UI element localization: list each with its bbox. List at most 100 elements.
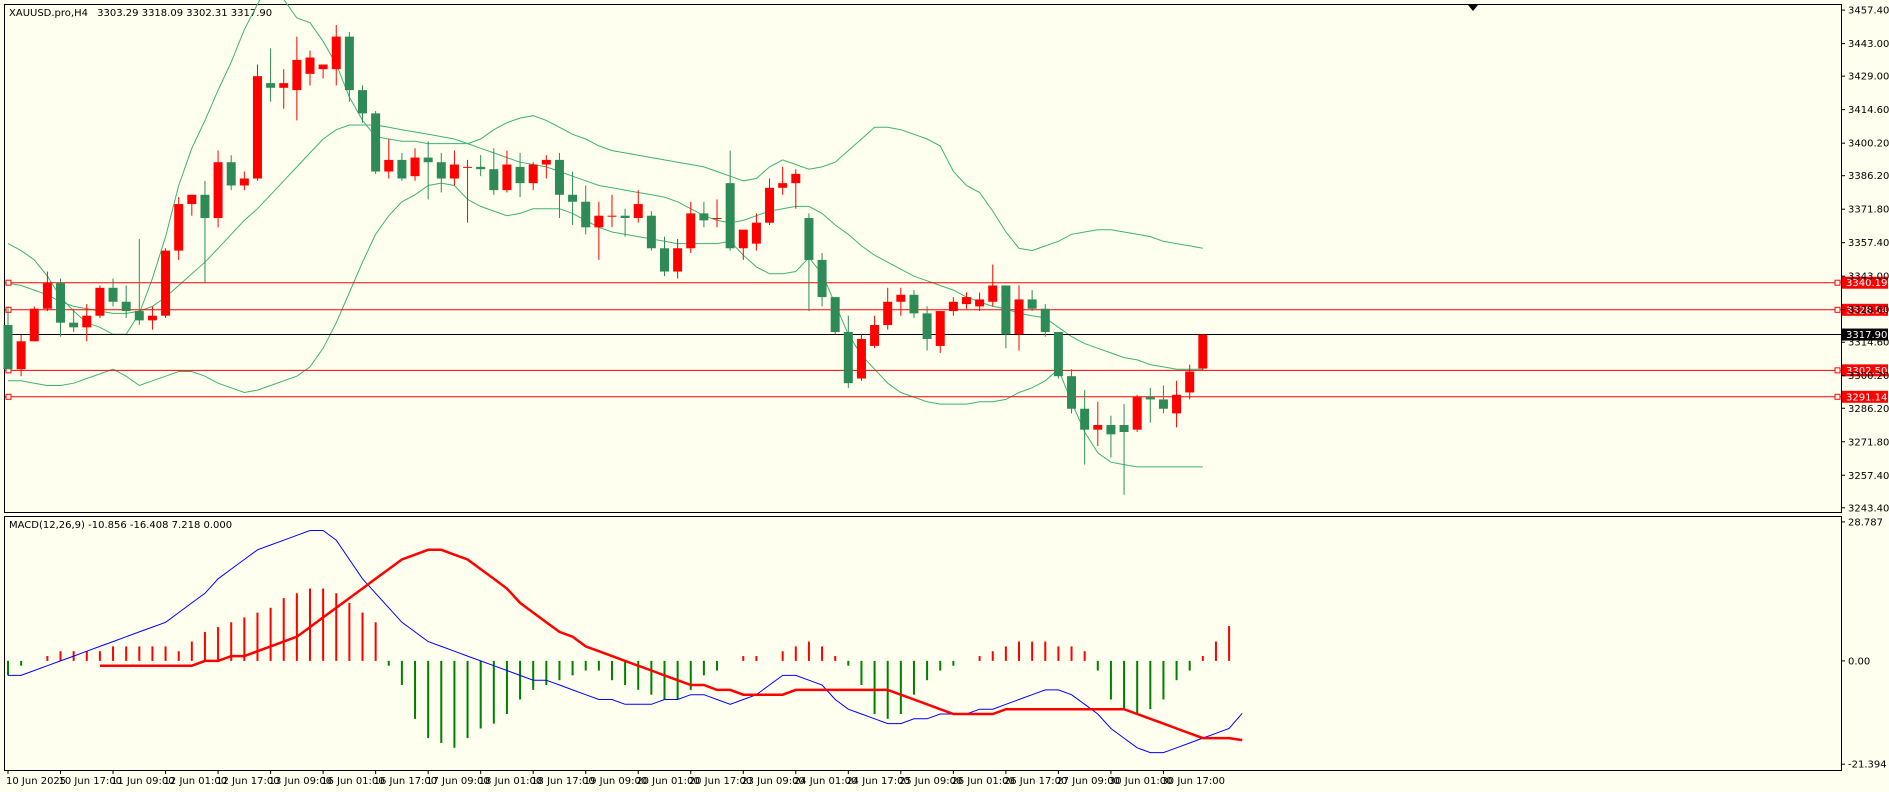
candle-body <box>1145 397 1155 400</box>
candle-body <box>489 169 499 191</box>
price-axis-label: 3457.40 <box>1848 6 1889 17</box>
candle-body <box>239 178 249 186</box>
candle <box>1040 304 1050 337</box>
candle <box>646 211 656 251</box>
candle-body <box>174 204 184 251</box>
candle-body <box>1185 371 1195 393</box>
candle-body <box>252 76 262 179</box>
price-axis-label: 3243.40 <box>1848 503 1889 514</box>
candle-body <box>528 164 538 184</box>
candle-body <box>292 59 302 91</box>
candle <box>252 64 262 181</box>
price-axis-label: 3400.20 <box>1848 139 1889 150</box>
candle-body <box>108 287 118 302</box>
candle <box>161 248 171 319</box>
candle-body <box>1027 299 1037 309</box>
candle-body <box>1014 299 1024 335</box>
time-axis-label: 10 Jun 2025 <box>6 776 66 787</box>
candle-body <box>463 166 473 168</box>
candle-body <box>817 259 827 298</box>
candle-body <box>134 311 144 321</box>
candle-body <box>856 338 866 379</box>
macd-axis-label: 0.00 <box>1848 656 1870 667</box>
price-level-left-handle <box>5 393 12 400</box>
price-axis-label: 3343.00 <box>1848 272 1889 283</box>
candle-body <box>42 283 52 309</box>
price-level-left-handle <box>5 279 12 286</box>
price-level-right-handle <box>1834 306 1841 313</box>
candle-body <box>515 166 525 184</box>
price-axis-label: 3300.20 <box>1848 371 1889 382</box>
candle-body <box>948 301 958 312</box>
candle <box>371 111 381 174</box>
candle-body <box>554 159 564 195</box>
candle-body <box>502 164 512 191</box>
candle <box>1053 331 1063 379</box>
candle-body <box>279 83 289 88</box>
chart-background <box>0 0 1889 792</box>
candle-body <box>213 162 223 219</box>
price-axis-label: 3429.00 <box>1848 72 1889 83</box>
candle-body <box>883 301 893 326</box>
candle-body <box>830 297 840 332</box>
price-level-right-handle <box>1834 367 1841 374</box>
candle-body <box>121 301 131 312</box>
candle-body <box>673 248 683 272</box>
candle-body <box>804 218 814 260</box>
candle-body <box>975 299 985 307</box>
candle-body <box>147 315 157 321</box>
candle-body <box>476 166 486 170</box>
candle-body <box>581 201 591 228</box>
candle-body <box>922 313 932 339</box>
candle-body <box>305 57 315 74</box>
candle <box>1198 334 1208 371</box>
candle-body <box>1001 285 1011 335</box>
candle-body <box>870 325 880 346</box>
price-axis-label: 3371.80 <box>1848 205 1889 216</box>
candle-body <box>318 64 328 70</box>
candle-body <box>607 215 617 217</box>
candle-body <box>660 248 669 272</box>
symbol-label: XAUUSD.pro,H4 <box>9 8 88 19</box>
candle-body <box>187 194 197 205</box>
candle-body <box>646 215 656 249</box>
time-axis-label: 30 Jun 17:00 <box>1161 776 1225 787</box>
candle-body <box>1093 425 1103 430</box>
candle-body <box>594 215 604 228</box>
candle-body <box>56 283 66 323</box>
ohlc-readout: 3303.29 3318.09 3302.31 3317.90 <box>97 8 272 19</box>
candle-body <box>1198 334 1208 369</box>
candle-body <box>82 315 92 328</box>
price-level-right-handle <box>1834 393 1841 400</box>
candle-body <box>3 325 13 370</box>
candle-body <box>1119 425 1129 432</box>
candle-body <box>791 173 801 184</box>
price-axis-label: 3257.40 <box>1848 471 1889 482</box>
candle-body <box>397 159 407 179</box>
candle-body <box>935 311 945 346</box>
candle <box>29 306 39 342</box>
candle-body <box>699 213 709 221</box>
candle-body <box>226 162 236 186</box>
candle-body <box>843 331 853 384</box>
candle-body <box>344 36 354 91</box>
price-axis-label: 3328.60 <box>1848 305 1889 316</box>
candle-body <box>1172 394 1182 414</box>
candle-body <box>1106 425 1116 435</box>
candle-body <box>1053 331 1063 377</box>
candle <box>830 297 840 335</box>
candle-body <box>725 183 735 249</box>
price-axis-label: 3414.60 <box>1848 105 1889 116</box>
candle <box>856 334 866 381</box>
candle-body <box>961 297 971 305</box>
candle-body <box>738 229 748 249</box>
candle-body <box>1067 376 1077 409</box>
candle-body <box>384 159 394 172</box>
candle-body <box>29 308 39 342</box>
candle-body <box>1132 397 1142 430</box>
candle-body <box>633 204 643 219</box>
candle-body <box>620 215 630 219</box>
candle-body <box>896 294 906 302</box>
candle-body <box>266 83 276 88</box>
macd-axis-label: -21.394 <box>1848 760 1887 771</box>
